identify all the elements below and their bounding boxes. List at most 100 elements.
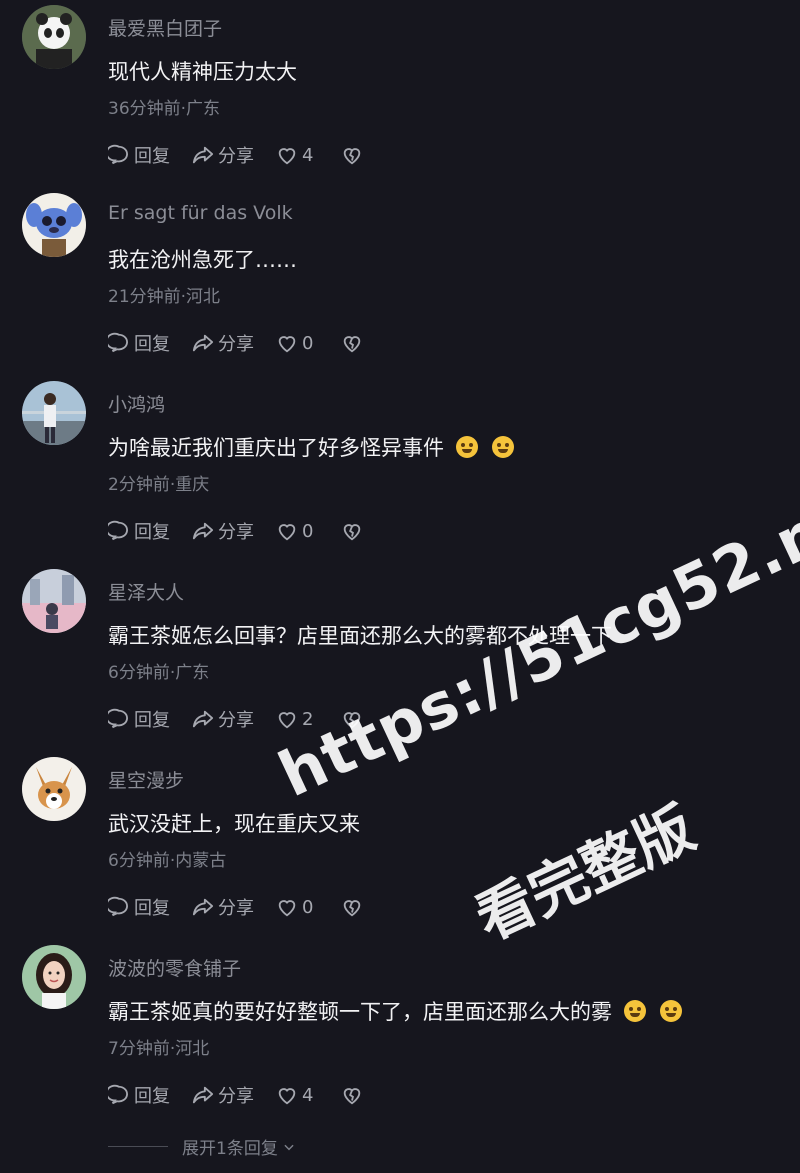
reply-label: 回复 (134, 522, 170, 543)
share-label: 分享 (218, 1086, 254, 1107)
share-label: 分享 (218, 710, 254, 731)
share-button[interactable]: 分享 (192, 330, 254, 356)
comment-username[interactable]: 星泽大人 (108, 578, 184, 605)
share-icon (192, 710, 214, 728)
comment-meta: 6分钟前·内蒙古 (108, 851, 227, 871)
reply-button[interactable]: 回复 (108, 518, 170, 544)
avatar[interactable] (22, 381, 86, 445)
heart-icon (278, 712, 296, 729)
broken-heart-icon (344, 1088, 361, 1105)
share-icon (192, 898, 214, 916)
like-count: 0 (302, 520, 314, 542)
broken-heart-icon (344, 148, 361, 165)
share-label: 分享 (218, 898, 254, 919)
reply-icon (108, 332, 128, 353)
heart-icon (278, 336, 296, 353)
reply-button[interactable]: 回复 (108, 894, 170, 920)
share-button[interactable]: 分享 (192, 894, 254, 920)
heart-icon (278, 148, 296, 165)
dislike-button[interactable] (341, 520, 367, 542)
like-button[interactable]: 4 (276, 1084, 313, 1106)
comment-text: 武汉没赶上，现在重庆又来 (108, 812, 360, 836)
comment-text: 现代人精神压力太大 (108, 60, 297, 84)
avatar[interactable] (22, 757, 86, 821)
reply-button[interactable]: 回复 (108, 330, 170, 356)
like-button[interactable]: 0 (276, 896, 313, 918)
comment-username[interactable]: 最爱黑白团子 (108, 14, 222, 41)
reply-button[interactable]: 回复 (108, 142, 170, 168)
reply-icon (108, 144, 128, 165)
comment-item: 最爱黑白团子 现代人精神压力太大 36分钟前·广东 回复 分享 4 (0, 0, 800, 188)
comment-meta: 7分钟前·河北 (108, 1039, 210, 1059)
reply-label: 回复 (134, 898, 170, 919)
sweat-smile-emoji-icon (456, 436, 478, 458)
share-label: 分享 (218, 522, 254, 543)
reply-label: 回复 (134, 1086, 170, 1107)
comment-username[interactable]: 星空漫步 (108, 766, 184, 793)
dislike-button[interactable] (341, 896, 367, 918)
comment-text-content: 霸王茶姬真的要好好整顿一下了，店里面还那么大的雾 (108, 1000, 612, 1024)
divider-line (108, 1146, 168, 1147)
share-icon (192, 1086, 214, 1104)
comment-item: Er sagt für das Volk 我在沧州急死了…… 21分钟前·河北 … (0, 188, 800, 376)
share-icon (192, 522, 214, 540)
avatar[interactable] (22, 569, 86, 633)
comment-actions: 回复 分享 0 (108, 518, 389, 544)
reply-button[interactable]: 回复 (108, 1082, 170, 1108)
comment-item: 波波的零食铺子 霸王茶姬真的要好好整顿一下了，店里面还那么大的雾 7分钟前·河北… (0, 940, 800, 1128)
comment-meta: 21分钟前·河北 (108, 287, 221, 307)
avatar[interactable] (22, 945, 86, 1009)
like-button[interactable]: 0 (276, 520, 313, 542)
comment-text-content: 为啥最近我们重庆出了好多怪异事件 (108, 436, 444, 460)
comment-username[interactable]: Er sagt für das Volk (108, 202, 293, 224)
chevron-down-icon (284, 1144, 294, 1150)
comment-text: 霸王茶姬真的要好好整顿一下了，店里面还那么大的雾 (108, 996, 682, 1026)
share-button[interactable]: 分享 (192, 142, 254, 168)
expand-replies-button[interactable]: 展开1条回复 (108, 1134, 296, 1159)
reply-icon (108, 896, 128, 917)
like-count: 0 (302, 896, 314, 918)
share-button[interactable]: 分享 (192, 518, 254, 544)
like-count: 0 (302, 332, 314, 354)
like-count: 4 (302, 1084, 314, 1106)
dislike-button[interactable] (341, 332, 367, 354)
comment-text: 我在沧州急死了…… (108, 248, 297, 272)
comment-actions: 回复 分享 4 (108, 142, 389, 168)
comment-meta: 6分钟前·广东 (108, 663, 210, 683)
fearful-emoji-icon (624, 1000, 646, 1022)
avatar[interactable] (22, 5, 86, 69)
reply-icon (108, 1084, 128, 1105)
reply-label: 回复 (134, 710, 170, 731)
comment-actions: 回复 分享 0 (108, 330, 389, 356)
share-icon (192, 334, 214, 352)
comment-text: 为啥最近我们重庆出了好多怪异事件 (108, 432, 514, 462)
dislike-button[interactable] (341, 1084, 367, 1106)
share-label: 分享 (218, 146, 254, 167)
comment-meta: 2分钟前·重庆 (108, 475, 210, 495)
comment-username[interactable]: 波波的零食铺子 (108, 954, 241, 981)
reply-icon (108, 520, 128, 541)
fearful-emoji-icon (660, 1000, 682, 1022)
like-button[interactable]: 0 (276, 332, 313, 354)
broken-heart-icon (344, 900, 361, 917)
share-icon (192, 146, 214, 164)
broken-heart-icon (344, 524, 361, 541)
comment-actions: 回复 分享 4 (108, 1082, 389, 1108)
share-button[interactable]: 分享 (192, 1082, 254, 1108)
sweat-smile-emoji-icon (492, 436, 514, 458)
share-button[interactable]: 分享 (192, 706, 254, 732)
heart-icon (278, 900, 296, 917)
comment-username[interactable]: 小鸿鸿 (108, 390, 165, 417)
reply-button[interactable]: 回复 (108, 706, 170, 732)
comment-meta: 36分钟前·广东 (108, 99, 221, 119)
like-button[interactable]: 4 (276, 144, 313, 166)
dislike-button[interactable] (341, 144, 367, 166)
avatar[interactable] (22, 193, 86, 257)
comment-actions: 回复 分享 0 (108, 894, 389, 920)
reply-label: 回复 (134, 334, 170, 355)
heart-icon (278, 524, 296, 541)
heart-icon (278, 1088, 296, 1105)
reply-icon (108, 708, 128, 729)
broken-heart-icon (344, 336, 361, 353)
like-count: 4 (302, 144, 314, 166)
